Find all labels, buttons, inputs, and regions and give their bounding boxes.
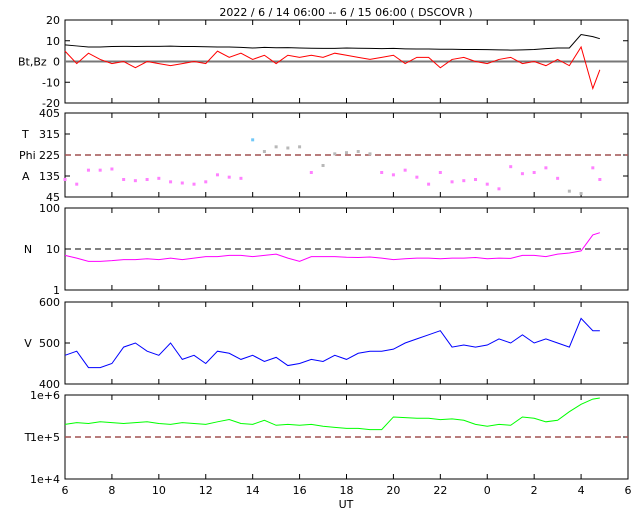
phi-point xyxy=(532,171,536,174)
y-axis-label: V xyxy=(24,337,32,350)
phi-point xyxy=(75,182,79,186)
x-tick-label: 2 xyxy=(531,484,538,497)
phi-point xyxy=(415,175,419,179)
solar-wind-chart: 2022 / 6 / 14 06:00 -- 6 / 15 06:00 ( DS… xyxy=(18,6,632,511)
y-axis-label: N xyxy=(24,243,32,256)
phi-point xyxy=(192,182,196,186)
phi-point xyxy=(485,182,489,186)
y-tick-label: 0 xyxy=(53,56,60,69)
phi-point xyxy=(309,171,313,174)
phi-point xyxy=(86,168,90,172)
phi-point xyxy=(262,150,266,153)
y-tick-label: 225 xyxy=(39,149,60,162)
phi-point xyxy=(356,150,360,153)
series-N xyxy=(64,232,601,262)
phi-point xyxy=(122,178,126,181)
phi-point xyxy=(345,151,348,155)
phi-point xyxy=(403,168,407,172)
phi-point xyxy=(438,171,442,174)
phi-point xyxy=(157,176,161,180)
y-tick-label: 1e+4 xyxy=(30,473,60,486)
y-tick-label: 1e+6 xyxy=(30,389,60,402)
series-V xyxy=(64,317,600,369)
panel-frame-3 xyxy=(64,301,629,385)
phi-point xyxy=(286,146,290,150)
phi-point xyxy=(204,180,208,184)
phi-point xyxy=(215,173,219,177)
phi-point xyxy=(556,176,560,180)
series-Bz xyxy=(64,45,601,91)
x-tick-label: 20 xyxy=(386,484,400,497)
y-tick-label: 500 xyxy=(39,337,60,350)
y-tick-label: 600 xyxy=(39,296,60,309)
phi-point xyxy=(579,192,583,195)
y-tick-label: 405 xyxy=(39,107,60,120)
phi-point xyxy=(591,166,595,170)
y-tick-label: 10 xyxy=(46,243,60,256)
y-tick-label: 10 xyxy=(46,35,60,48)
x-tick-label: 10 xyxy=(152,484,166,497)
y-tick-label: -10 xyxy=(42,76,60,89)
x-tick-label: 12 xyxy=(199,484,213,497)
x-tick-label: 18 xyxy=(340,484,354,497)
x-tick-label: 6 xyxy=(625,484,632,497)
y-axis-label-Phi: Phi xyxy=(19,149,36,162)
phi-point xyxy=(497,187,501,191)
phi-point xyxy=(274,145,278,149)
series-T xyxy=(64,397,600,431)
phi-point xyxy=(298,145,302,149)
phi-point xyxy=(509,165,513,169)
y-tick-label: 135 xyxy=(39,170,60,183)
phi-point xyxy=(567,189,571,193)
chart-title: 2022 / 6 / 14 06:00 -- 6 / 15 06:00 ( DS… xyxy=(219,6,472,19)
phi-point xyxy=(239,176,243,180)
x-tick-label: 16 xyxy=(293,484,307,497)
phi-point xyxy=(380,171,384,174)
x-tick-label: 22 xyxy=(433,484,447,497)
phi-point xyxy=(474,178,478,181)
y-tick-label: 315 xyxy=(39,128,60,141)
x-tick-label: 6 xyxy=(62,484,69,497)
y-axis-label: T xyxy=(24,431,32,444)
phi-point xyxy=(110,167,114,171)
phi-point xyxy=(63,178,67,181)
phi-point xyxy=(251,138,255,142)
series-Bt xyxy=(64,33,600,51)
phi-point xyxy=(169,180,173,184)
phi-point xyxy=(368,152,372,156)
phi-point xyxy=(133,179,137,183)
phi-point xyxy=(427,182,431,186)
y-axis-label: Bt,Bz xyxy=(18,56,47,69)
y-axis-label-A: A xyxy=(22,170,30,183)
x-tick-label: 4 xyxy=(578,484,585,497)
phi-point xyxy=(520,172,524,176)
y-tick-label: 20 xyxy=(46,14,60,27)
phi-point xyxy=(598,178,602,181)
x-tick-label: 8 xyxy=(108,484,115,497)
x-tick-label: 0 xyxy=(484,484,491,497)
phi-point xyxy=(391,173,395,177)
phi-point xyxy=(321,164,325,167)
phi-point xyxy=(450,180,454,184)
phi-point xyxy=(227,175,231,179)
phi-point xyxy=(180,181,184,185)
phi-point xyxy=(544,166,548,170)
x-axis-label: UT xyxy=(339,498,354,511)
x-tick-label: 14 xyxy=(246,484,260,497)
phi-point xyxy=(333,152,337,156)
y-axis-label-T: T xyxy=(21,128,29,141)
y-tick-label: 1e+5 xyxy=(30,431,60,444)
phi-point xyxy=(462,179,466,183)
phi-point xyxy=(98,168,102,172)
y-tick-label: 100 xyxy=(39,202,60,215)
phi-point xyxy=(145,178,149,181)
